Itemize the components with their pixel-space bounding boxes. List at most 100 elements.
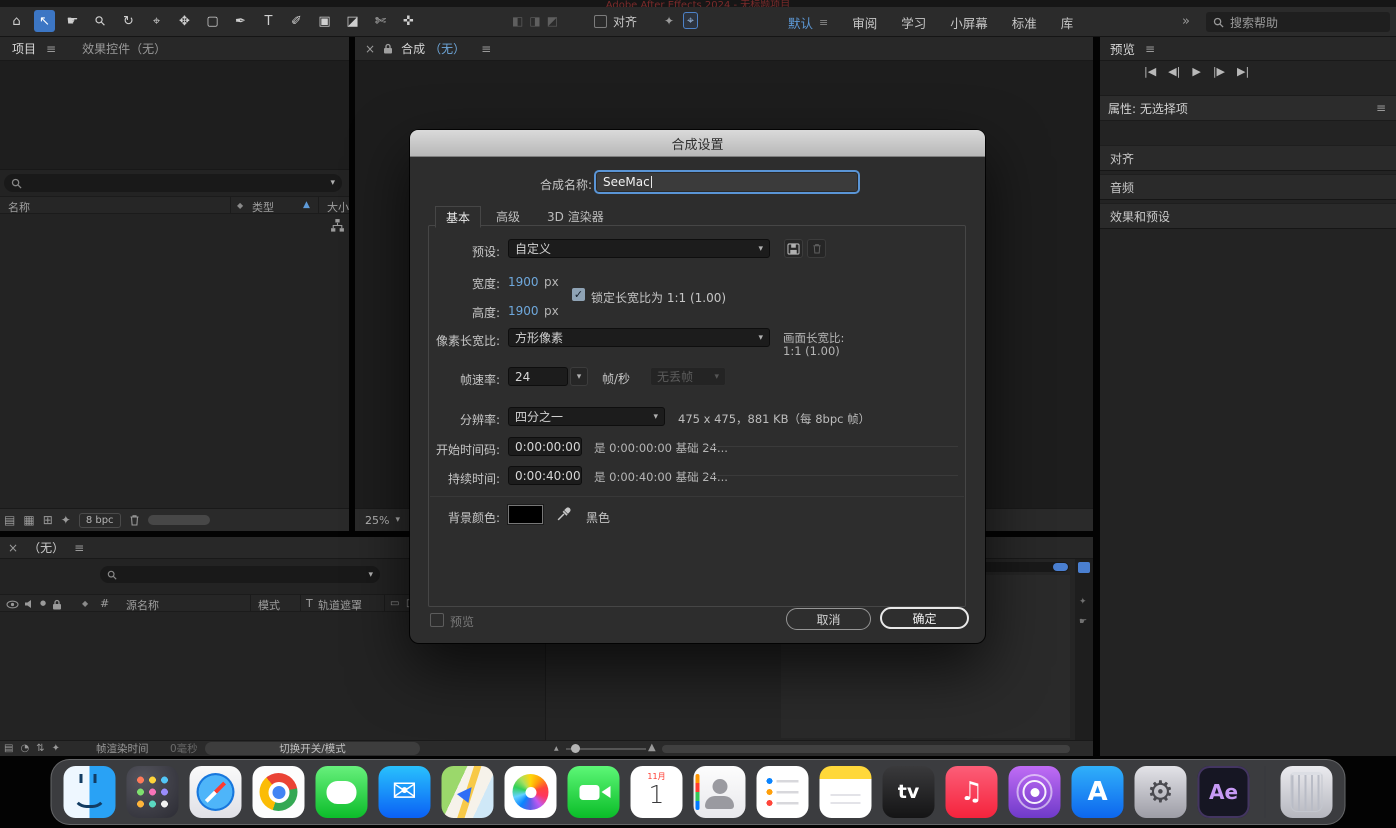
roto-brush-tool[interactable]: ✄ [370,10,391,32]
framerate-input[interactable]: 24 [508,367,568,386]
cancel-button[interactable]: 取消 [786,608,871,630]
dock-icon-chrome[interactable] [253,766,305,818]
workspace-standard[interactable]: 标准 [1012,13,1037,32]
align-toggle[interactable]: 对齐 [594,13,637,30]
dock-icon-messages[interactable] [316,766,368,818]
dock-icon-notes[interactable] [820,766,872,818]
rotate-tool[interactable]: ↻ [118,10,139,32]
dock-icon-reminders[interactable] [757,766,809,818]
workspace-learn[interactable]: 学习 [901,13,926,32]
eyedropper-icon[interactable] [556,505,573,522]
toggle-switches-modes-button[interactable]: 切换开关/模式 [205,742,420,755]
project-search-input[interactable]: ▾ [4,174,342,192]
dock-icon-finder[interactable] [64,766,116,818]
shape-tool[interactable]: ▢ [202,10,223,32]
tab-effect-controls[interactable]: 效果控件（无） [82,40,166,57]
dock-icon-settings[interactable]: ⚙ [1135,766,1187,818]
tab-project[interactable]: 项目 [0,40,46,57]
dock-icon-photos[interactable] [505,766,557,818]
puppet-pin-tool[interactable]: ✜ [398,10,419,32]
start-timecode-input[interactable]: 0:00:00:00 [508,437,582,456]
draft-3d-icon[interactable]: ◔ [20,743,29,754]
parent-pickwhip-icon[interactable]: ▭ [390,598,399,609]
zoom-in-mountain-icon[interactable]: ▲ [648,742,656,753]
search-options-chevron-icon[interactable]: ▾ [330,178,335,188]
zoom-level-dropdown[interactable]: 25% [365,514,389,527]
dock-icon-appstore[interactable]: A [1072,766,1124,818]
save-preset-button[interactable] [784,239,803,258]
project-view-icon[interactable]: ▤ [4,513,15,527]
column-mode[interactable]: 模式 [258,597,280,613]
preview-checkbox[interactable] [430,613,444,627]
timeline-horizontal-scrollbar[interactable] [662,745,1070,753]
zoom-chevron-icon[interactable]: ▾ [395,515,400,525]
pen-tool[interactable]: ✒ [230,10,251,32]
eye-icon[interactable] [6,600,19,609]
properties-panel-header[interactable]: 属性: 无选择项 ≡ [1100,95,1396,121]
tab-advanced[interactable]: 高级 [486,206,530,226]
width-value[interactable]: 1900 [508,275,539,289]
timeline-zoom-knob[interactable] [571,744,580,753]
workspace-menu-icon[interactable]: ≡ [819,16,828,29]
dock-icon-facetime[interactable] [568,766,620,818]
time-navigator-handle[interactable] [1053,563,1068,571]
workspace-small-screen[interactable]: 小屏幕 [950,13,988,32]
selection-tool[interactable]: ↖ [34,10,55,32]
background-color-swatch[interactable] [508,505,543,524]
dialog-titlebar[interactable]: 合成设置 [410,130,985,157]
column-hash[interactable]: # [100,597,109,610]
dock-icon-maps[interactable]: ▲ [442,766,494,818]
solo-dot-icon[interactable]: ● [40,599,46,607]
dock-icon-aftereffects[interactable]: Ae [1198,766,1250,818]
timeline-side-icon-1[interactable]: ✦ [1079,597,1087,607]
dock-icon-appletv[interactable]: tv [883,766,935,818]
next-frame-button[interactable]: |▶ [1213,65,1225,78]
resolution-dropdown[interactable]: 四分之一 ▾ [508,407,665,426]
dock-icon-music[interactable]: ♫ [946,766,998,818]
close-tab-icon[interactable]: × [365,42,375,56]
close-tab-icon[interactable]: × [8,541,18,555]
workspace-review[interactable]: 审阅 [852,13,877,32]
zoom-tool[interactable]: ⚲ [90,10,111,32]
type-tool[interactable]: T [258,10,279,32]
clone-stamp-tool[interactable]: ▣ [314,10,335,32]
column-divider[interactable] [300,595,301,611]
timeline-search-input[interactable]: ▾ [100,566,380,583]
ok-button[interactable]: 确定 [880,607,969,629]
play-button[interactable]: ▶ [1192,65,1200,78]
hand-tool[interactable]: ☛ [62,10,83,32]
tab-basic[interactable]: 基本 [435,206,481,228]
shy-layers-icon[interactable]: ⇅ [36,743,44,754]
workspace-libraries[interactable]: 库 [1061,13,1074,32]
dock-icon-trash[interactable] [1281,766,1333,818]
dock-icon-calendar[interactable]: 11月1 [631,766,683,818]
pixel-aspect-dropdown[interactable]: 方形像素 ▾ [508,328,770,347]
speaker-icon[interactable] [24,599,34,609]
new-comp-icon[interactable]: ✦ [61,513,71,527]
project-panel-menu-icon[interactable]: ≡ [46,42,56,56]
frame-blend-icon[interactable]: ✦ [52,743,60,754]
timeline-vscroll-handle[interactable] [1078,562,1090,573]
comp-panel-menu-icon[interactable]: ≡ [481,42,491,56]
column-name[interactable]: 名称 [8,199,30,215]
section-align[interactable]: 对齐 [1100,145,1396,171]
column-divider[interactable] [318,197,319,213]
dock-icon-mail[interactable]: ✉ [379,766,431,818]
properties-menu-icon[interactable]: ≡ [1376,101,1386,115]
zoom-out-mountain-icon[interactable]: ▲ [554,745,559,752]
project-flowchart-icon[interactable] [330,218,345,233]
timeline-side-icon-2[interactable]: ☛ [1079,617,1087,627]
brush-tool[interactable]: ✐ [286,10,307,32]
align-checkbox[interactable] [594,15,607,28]
label-color-icon[interactable]: ◆ [82,599,88,608]
delete-preset-button[interactable] [807,239,826,258]
comp-name-input[interactable]: SeeMac [596,172,858,192]
column-divider[interactable] [384,595,385,611]
tab-composition[interactable]: 合成 [401,40,425,57]
tab-preview[interactable]: 预览 [1110,39,1135,58]
timeline-tab-label[interactable]: （无） [28,539,64,556]
section-audio[interactable]: 音频 [1100,174,1396,200]
height-value[interactable]: 1900 [508,304,539,318]
timeline-vertical-scrollbar[interactable]: ✦ ☛ [1075,559,1093,740]
column-size[interactable]: 大小 [327,199,349,215]
